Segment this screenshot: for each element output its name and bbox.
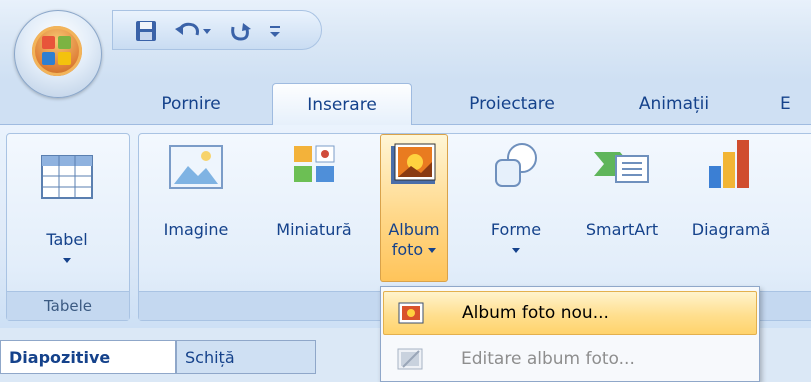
diagrama-label: Diagramă [691,220,771,239]
smartart-label: SmartArt [585,220,659,239]
tab-schita[interactable]: Schiță [176,340,316,374]
forme-label: Forme [490,220,542,239]
diagrama-button[interactable]: Diagramă [676,130,786,275]
redo-icon [231,23,251,41]
tabel-label: Tabel [46,230,88,249]
table-icon [41,155,93,199]
chevron-down-icon [428,248,437,253]
album-foto-dropdown: Album foto nou... Editare album foto... [380,286,760,382]
group-tabele: Tabel Tabele [6,133,130,321]
album-foto-button[interactable]: Album foto [382,130,446,275]
tab-inserare[interactable]: Inserare [272,83,412,125]
new-album-menu-item[interactable]: Album foto nou... [383,291,757,335]
tab-pornire[interactable]: Pornire [136,83,246,125]
photo-album-icon [391,143,436,184]
imagine-label: Imagine [163,220,229,239]
tab-animatii[interactable]: Animații [612,83,736,125]
edit-album-label: Editare album foto... [461,349,635,369]
smartart-icon [594,152,649,183]
chevron-down-icon [63,258,71,263]
customize-qat-button[interactable] [263,17,287,45]
edit-album-menu-item[interactable]: Editare album foto... [383,337,757,381]
tab-proiectare[interactable]: Proiectare [444,83,580,125]
quick-access-toolbar [112,10,322,50]
picture-icon [169,145,223,189]
customize-qat-icon [270,26,280,37]
save-icon [136,21,156,41]
miniatura-button[interactable]: Miniatură [256,130,372,275]
group-label-tabele: Tabele [7,291,129,320]
chevron-down-icon [512,248,520,253]
office-button[interactable] [14,10,102,98]
forme-button[interactable]: Forme [478,130,554,275]
undo-icon [175,22,211,36]
redo-button[interactable] [225,17,253,45]
tab-partial[interactable]: E [780,83,810,125]
shapes-icon [495,143,537,187]
save-button[interactable] [133,17,159,45]
tabel-button[interactable]: Tabel [15,140,119,285]
miniatura-label: Miniatură [276,220,352,239]
album-label-line1: Album [388,220,440,239]
imagine-button[interactable]: Imagine [148,130,244,275]
undo-button[interactable] [171,17,215,45]
edit-album-icon [397,348,423,370]
smartart-button[interactable]: SmartArt [572,130,672,275]
new-album-icon [398,302,424,324]
clipart-icon [294,145,335,182]
tab-diapozitive[interactable]: Diapozitive [0,340,176,374]
chart-icon [709,140,749,188]
new-album-label: Album foto nou... [462,303,609,323]
office-button-icon [32,26,82,76]
album-label-line2: foto [391,240,424,259]
